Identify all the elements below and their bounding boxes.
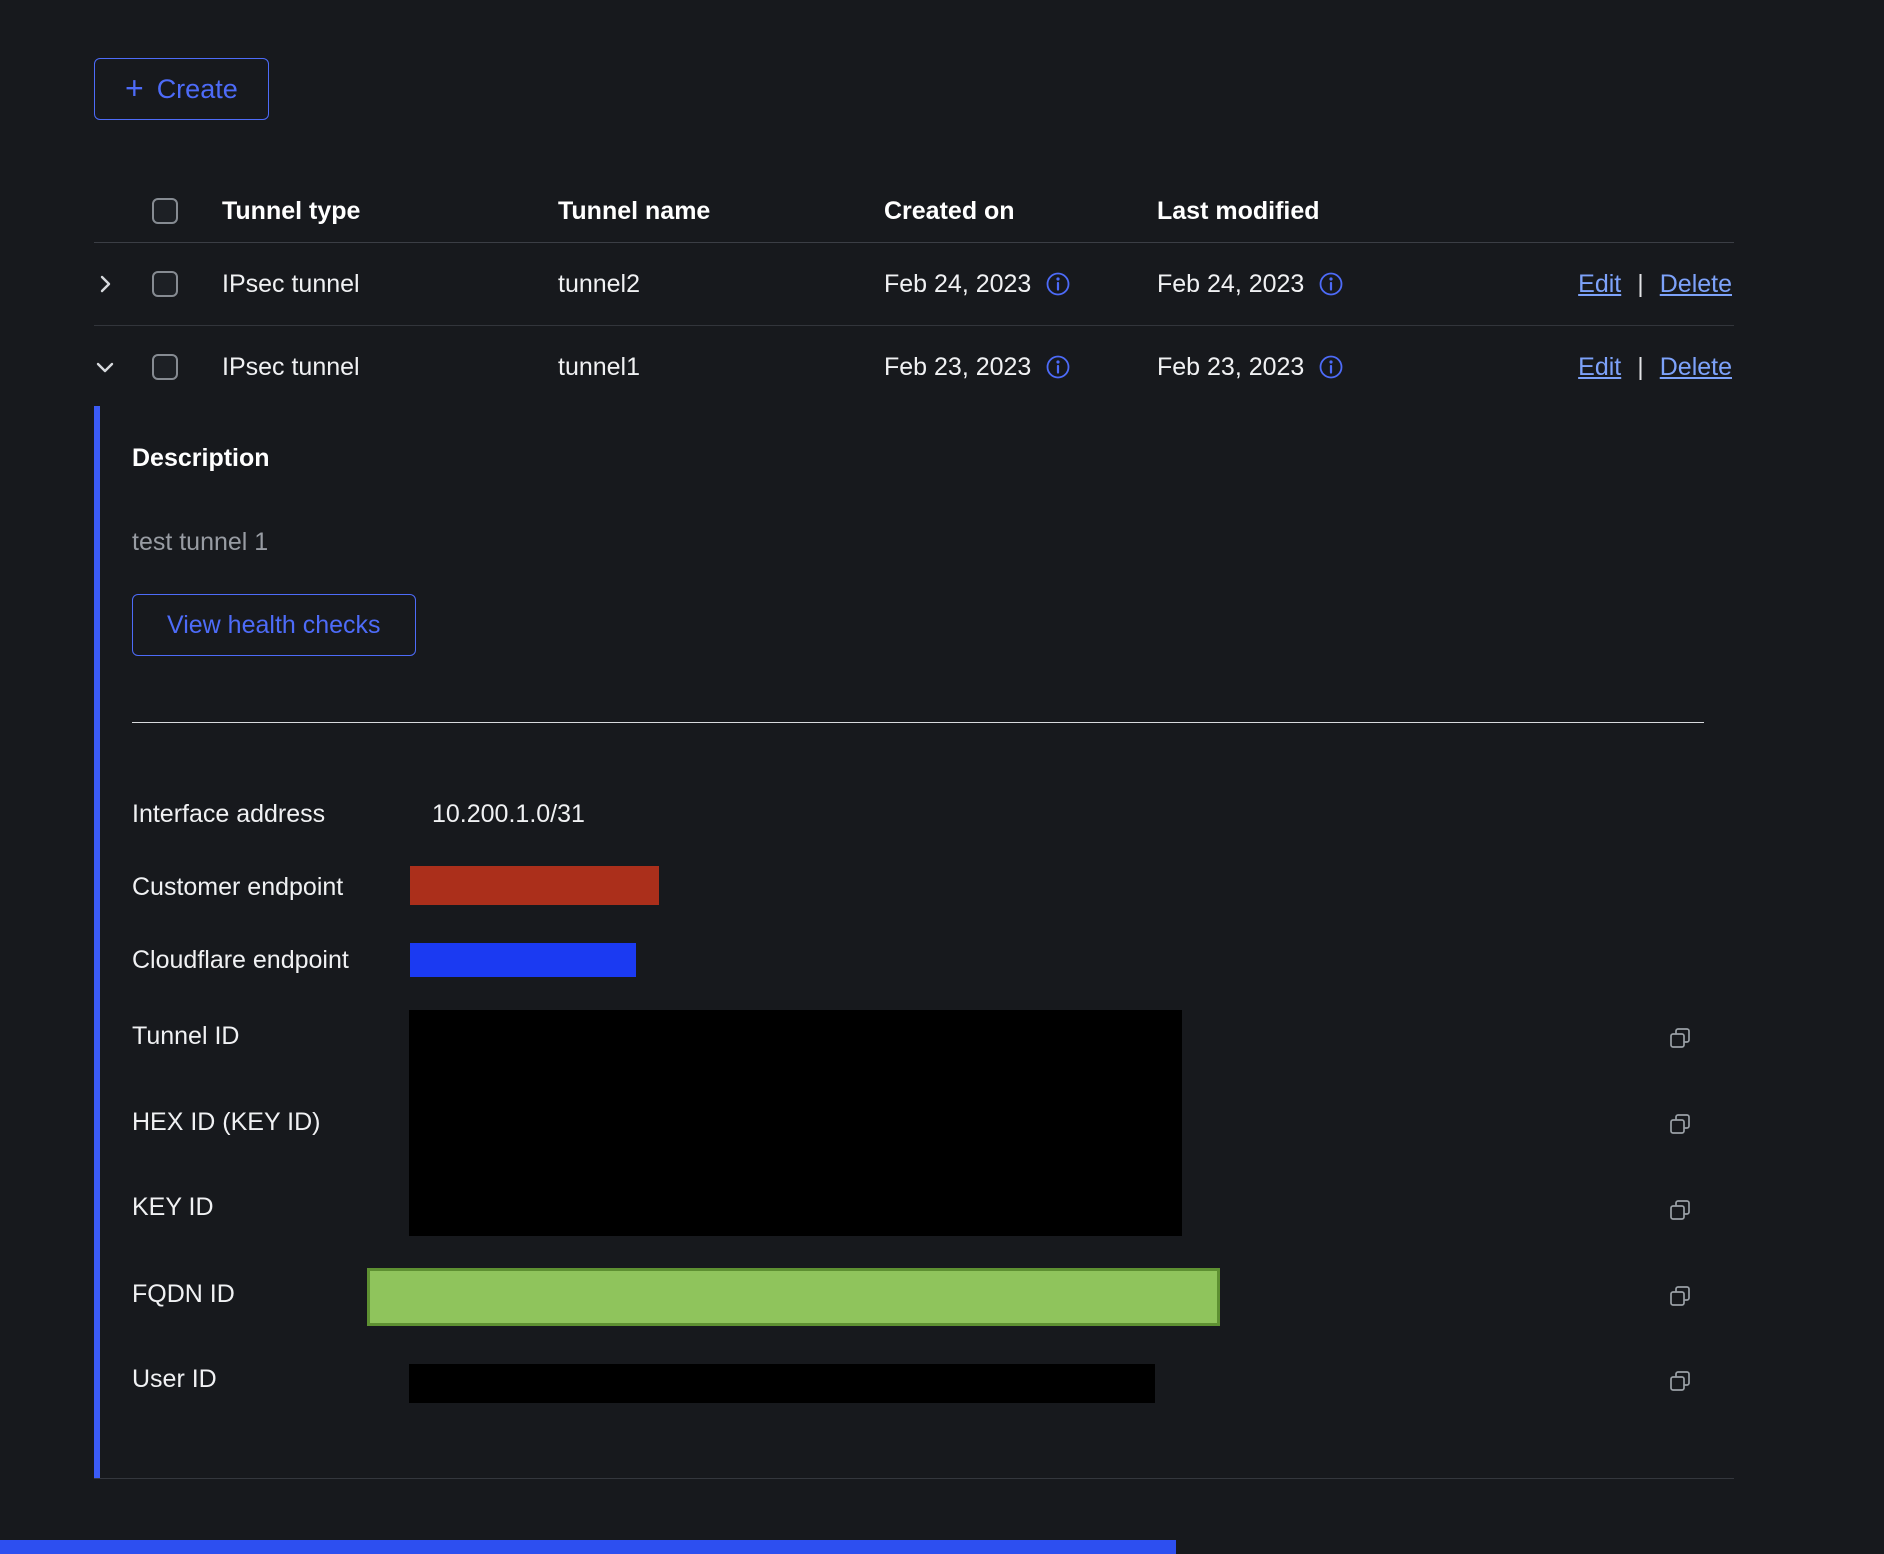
hex-id-label: HEX ID (KEY ID) <box>132 1108 320 1137</box>
plus-icon: + <box>125 72 144 104</box>
created-on-cell: Feb 23, 2023 <box>884 353 1031 382</box>
interface-address-value: 10.200.1.0/31 <box>432 800 585 829</box>
copy-key-id-button[interactable] <box>1666 1196 1694 1224</box>
header-tunnel-name: Tunnel name <box>558 197 884 226</box>
fqdn-id-redacted-value <box>367 1268 1220 1326</box>
actions-separator: | <box>1637 270 1644 299</box>
copy-fqdn-id-button[interactable] <box>1666 1282 1694 1310</box>
expand-row-button[interactable] <box>94 273 124 295</box>
copy-icon <box>1666 1024 1694 1052</box>
description-text: test tunnel 1 <box>132 528 268 557</box>
tunnel-name-cell: tunnel2 <box>558 270 884 299</box>
cloudflare-endpoint-redacted-value <box>410 943 636 977</box>
key-id-label: KEY ID <box>132 1193 214 1222</box>
copy-icon <box>1666 1196 1694 1224</box>
table-row: IPsec tunnel tunnel2 Feb 24, 2023 Feb 24… <box>94 243 1734 326</box>
expanded-row-bottom-border <box>94 1478 1734 1479</box>
create-button-label: Create <box>157 74 238 105</box>
edit-link[interactable]: Edit <box>1578 353 1621 382</box>
tunnels-page: + Create Tunnel type Tunnel name Created… <box>0 0 1884 1554</box>
actions-separator: | <box>1637 353 1644 382</box>
select-all-checkbox[interactable] <box>152 198 178 224</box>
collapse-row-button[interactable] <box>94 356 124 378</box>
delete-link[interactable]: Delete <box>1660 270 1732 299</box>
description-heading: Description <box>132 444 270 473</box>
user-id-redacted-value <box>409 1364 1155 1403</box>
info-icon[interactable] <box>1045 271 1071 297</box>
table-row: IPsec tunnel tunnel1 Feb 23, 2023 Feb 23… <box>94 326 1734 408</box>
created-on-cell: Feb 24, 2023 <box>884 270 1031 299</box>
delete-link[interactable]: Delete <box>1660 353 1732 382</box>
user-id-label: User ID <box>132 1365 217 1394</box>
copy-icon <box>1666 1110 1694 1138</box>
view-health-checks-button[interactable]: View health checks <box>132 594 416 656</box>
row-checkbox[interactable] <box>152 271 178 297</box>
copy-icon <box>1666 1367 1694 1395</box>
customer-endpoint-label: Customer endpoint <box>132 873 343 902</box>
cloudflare-endpoint-label: Cloudflare endpoint <box>132 946 349 975</box>
tunnel-type-cell: IPsec tunnel <box>222 270 558 299</box>
header-tunnel-type: Tunnel type <box>222 197 558 226</box>
row-checkbox[interactable] <box>152 354 178 380</box>
chevron-right-icon <box>94 273 116 295</box>
create-button[interactable]: + Create <box>94 58 269 120</box>
info-icon[interactable] <box>1318 354 1344 380</box>
copy-user-id-button[interactable] <box>1666 1367 1694 1395</box>
last-modified-cell: Feb 23, 2023 <box>1157 353 1304 382</box>
interface-address-label: Interface address <box>132 800 325 829</box>
copy-icon <box>1666 1282 1694 1310</box>
tunnels-table: Tunnel type Tunnel name Created on Last … <box>94 180 1734 408</box>
header-last-modified: Last modified <box>1157 197 1500 226</box>
detail-divider <box>132 722 1704 723</box>
copy-hex-id-button[interactable] <box>1666 1110 1694 1138</box>
tunnel-name-cell: tunnel1 <box>558 353 884 382</box>
tunnel-type-cell: IPsec tunnel <box>222 353 558 382</box>
info-icon[interactable] <box>1045 354 1071 380</box>
customer-endpoint-redacted-value <box>410 866 659 905</box>
header-created-on: Created on <box>884 197 1157 226</box>
bottom-scroll-indicator-bar[interactable] <box>0 1540 1176 1554</box>
tunnel-id-label: Tunnel ID <box>132 1022 239 1051</box>
fqdn-id-label: FQDN ID <box>132 1280 235 1309</box>
edit-link[interactable]: Edit <box>1578 270 1621 299</box>
info-icon[interactable] <box>1318 271 1344 297</box>
copy-tunnel-id-button[interactable] <box>1666 1024 1694 1052</box>
chevron-down-icon <box>94 356 116 378</box>
tunnel-hex-key-id-redacted-values <box>409 1010 1182 1236</box>
last-modified-cell: Feb 24, 2023 <box>1157 270 1304 299</box>
expanded-row-accent-bar <box>94 406 100 1478</box>
table-header-row: Tunnel type Tunnel name Created on Last … <box>94 180 1734 243</box>
